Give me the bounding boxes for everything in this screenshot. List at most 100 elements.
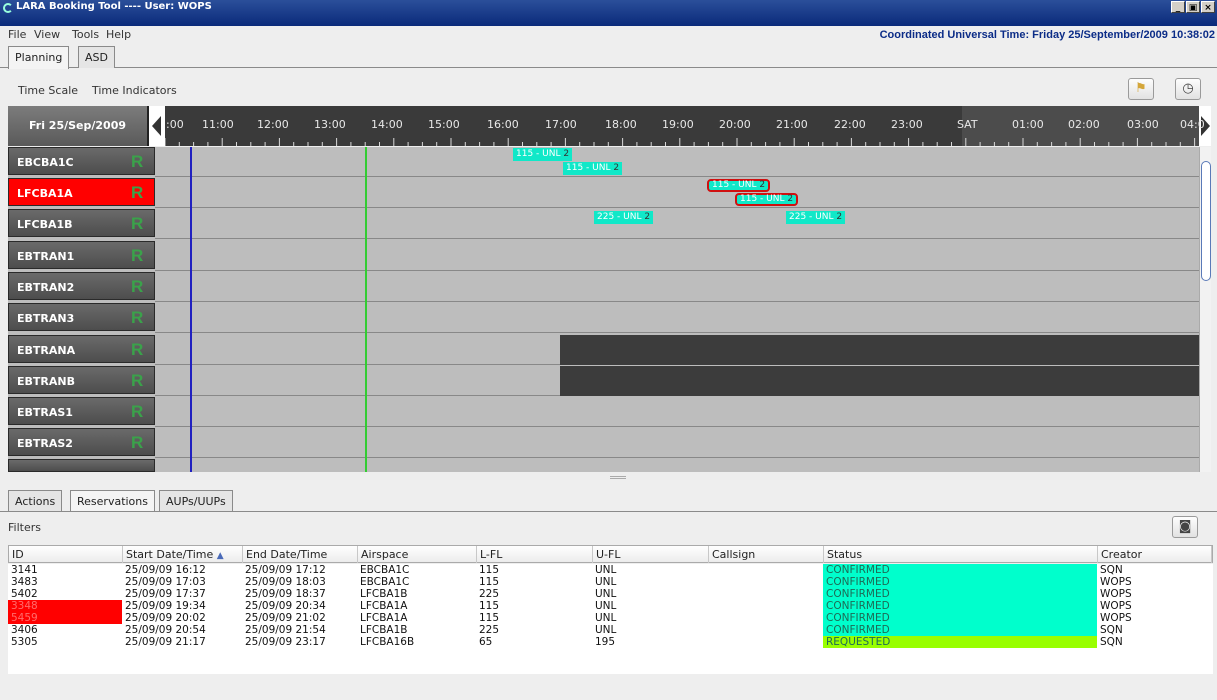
row-label-ebtran1[interactable]: EBTRAN1 R	[8, 241, 155, 269]
flag-button[interactable]: ⚑	[1128, 78, 1154, 100]
cell-ufl: UNL	[595, 564, 617, 576]
menu-tools[interactable]: Tools	[72, 28, 99, 41]
row-label-ebtranb[interactable]: EBTRANB R	[8, 366, 155, 394]
booking-chip-selected[interactable]: 115 - UNL 2	[707, 179, 771, 192]
grid-scrollbar[interactable]	[1199, 147, 1211, 472]
cell-ufl: UNL	[595, 624, 617, 636]
cell-callsign	[708, 624, 823, 636]
scroll-left-arrow-icon[interactable]	[149, 106, 165, 146]
menu-help[interactable]: Help	[106, 28, 131, 41]
row-track	[155, 303, 1199, 333]
tab-reservations[interactable]: Reservations	[70, 490, 155, 512]
hour-label: 02:00	[1068, 118, 1100, 131]
col-ufl[interactable]: U-FL	[593, 546, 709, 563]
col-creator[interactable]: Creator	[1098, 546, 1212, 563]
window-controls: _ ▣ ×	[1171, 1, 1215, 13]
row-label-ebtras2[interactable]: EBTRAS2 R	[8, 428, 155, 456]
col-callsign[interactable]: Callsign	[709, 546, 824, 563]
hour-label: 20:00	[719, 118, 751, 131]
cell-creator: SQN	[1100, 636, 1123, 648]
cell-end: 25/09/09 23:17	[245, 636, 326, 648]
cell-airspace: EBCBA1C	[360, 564, 410, 576]
table-row[interactable]: 3406 25/09/09 20:54 25/09/09 21:54 LFCBA1B 2…	[8, 624, 1213, 636]
table-row[interactable]: 3483 25/09/09 17:03 25/09/09 18:03 EBCBA1C 1…	[8, 576, 1213, 588]
row-label-ebtran3[interactable]: EBTRAN3 R	[8, 303, 155, 331]
booking-chip[interactable]: 225 - UNL 2	[594, 211, 654, 224]
row-name: EBCBA1C	[17, 156, 74, 169]
col-end[interactable]: End Date/Time	[243, 546, 358, 563]
close-button[interactable]: ×	[1201, 1, 1215, 13]
row-label-lfcba1b[interactable]: LFCBA1B R	[8, 209, 155, 237]
row-label-ebtras1[interactable]: EBTRAS1 R	[8, 397, 155, 425]
cell-callsign	[708, 636, 823, 648]
tab-planning[interactable]: Planning	[8, 46, 70, 69]
hour-label: 23:00	[891, 118, 923, 131]
col-start[interactable]: Start Date/Time ▲	[123, 546, 243, 563]
hour-label: 11:00	[202, 118, 234, 131]
time-scale-menu[interactable]: Time Scale	[18, 84, 78, 97]
cell-lfl: 225	[479, 624, 500, 636]
table-row[interactable]: 5459 25/09/09 20:02 25/09/09 21:02 LFCBA1A 1…	[8, 612, 1213, 624]
row-label-lfcba1a[interactable]: LFCBA1A R	[8, 178, 155, 206]
minimize-button[interactable]: _	[1171, 1, 1185, 13]
cell-airspace: LFCBA1B	[360, 588, 408, 600]
cell-status: CONFIRMED	[823, 564, 1097, 576]
table-row[interactable]: 3141 25/09/09 16:12 25/09/09 17:12 EBCBA1C 1…	[8, 564, 1213, 576]
current-time-line	[190, 147, 192, 472]
scrollbar-thumb[interactable]	[1201, 161, 1211, 281]
row-name: EBTRAS1	[17, 406, 73, 419]
cell-end: 25/09/09 17:12	[245, 564, 326, 576]
cell-status: CONFIRMED	[823, 600, 1097, 612]
cell-lfl: 225	[479, 588, 500, 600]
row-label-ebcba1c[interactable]: EBCBA1C R	[8, 147, 155, 175]
menu-file[interactable]: File	[8, 28, 26, 41]
r-flag-icon: R	[131, 402, 144, 421]
export-button[interactable]: ◙	[1172, 516, 1198, 538]
row-label-ebtrana[interactable]: EBTRANA R	[8, 335, 155, 363]
booking-chip[interactable]: 115 - UNL 2	[563, 162, 623, 175]
table-header: ID Start Date/Time ▲ End Date/Time Airsp…	[8, 545, 1213, 563]
col-status[interactable]: Status	[824, 546, 1098, 563]
cell-lfl: 115	[479, 600, 500, 612]
cell-airspace: LFCBA16B	[360, 636, 415, 648]
export-icon: ◙	[1178, 519, 1192, 534]
row-label-ebtran2[interactable]: EBTRAN2 R	[8, 272, 155, 300]
booking-chip[interactable]: 115 - UNL 2	[513, 148, 573, 161]
cell-status: CONFIRMED	[823, 612, 1097, 624]
clock-button[interactable]: ◷	[1175, 78, 1201, 100]
cell-creator: SQN	[1100, 564, 1123, 576]
hour-label: 03:00	[1127, 118, 1159, 131]
col-airspace[interactable]: Airspace	[358, 546, 477, 563]
hour-label: 12:00	[257, 118, 289, 131]
menu-view[interactable]: View	[34, 28, 60, 41]
r-flag-icon: R	[131, 433, 144, 452]
table-row[interactable]: 5305 25/09/09 21:17 25/09/09 23:17 LFCBA16B…	[8, 636, 1213, 648]
col-lfl[interactable]: L-FL	[477, 546, 593, 563]
col-id[interactable]: ID	[9, 546, 123, 563]
table-row[interactable]: 5402 25/09/09 17:37 25/09/09 18:37 LFCBA1B 2…	[8, 588, 1213, 600]
r-flag-icon: R	[131, 214, 144, 233]
booking-chip-selected[interactable]: 115 - UNL 2	[735, 193, 799, 206]
maximize-button[interactable]: ▣	[1186, 1, 1200, 13]
top-tabs: Planning ASD	[0, 46, 1217, 69]
splitter-handle[interactable]	[8, 474, 1211, 482]
cell-start: 25/09/09 20:02	[125, 612, 206, 624]
filters-label[interactable]: Filters	[8, 521, 41, 534]
date-button[interactable]: Fri 25/Sep/2009	[8, 106, 149, 146]
unavailable-block	[560, 335, 1199, 365]
time-indicators-menu[interactable]: Time Indicators	[92, 84, 177, 97]
tab-actions[interactable]: Actions	[8, 490, 63, 511]
cell-lfl: 115	[479, 576, 500, 588]
table-row[interactable]: 3348 25/09/09 19:34 25/09/09 20:34 LFCBA1A 1…	[8, 600, 1213, 612]
booking-chip[interactable]: 225 - UNL 2	[786, 211, 846, 224]
flag-icon: ⚑	[1135, 81, 1147, 96]
cell-creator: WOPS	[1100, 612, 1132, 624]
tab-aups-uups[interactable]: AUPs/UUPs	[159, 490, 233, 511]
unavailable-block	[560, 366, 1199, 396]
hour-label: :00	[166, 118, 184, 131]
row-name: LFCBA1B	[17, 218, 73, 231]
cell-start: 25/09/09 17:03	[125, 576, 206, 588]
tab-asd[interactable]: ASD	[78, 46, 115, 68]
cell-status: CONFIRMED	[823, 588, 1097, 600]
row-track	[155, 397, 1199, 427]
